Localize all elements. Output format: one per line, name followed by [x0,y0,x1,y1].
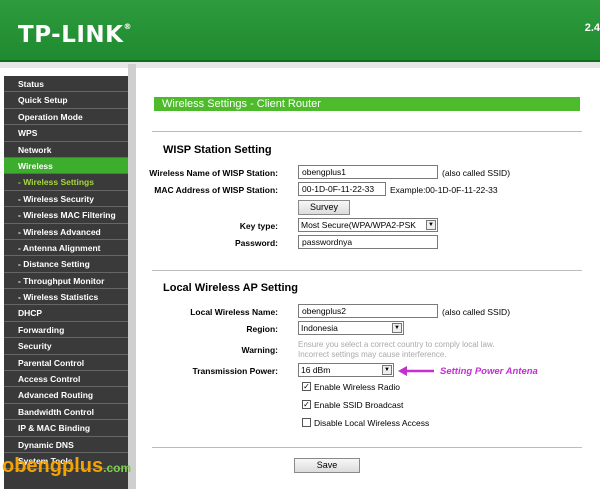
arrow-left-icon [398,366,434,376]
chevron-down-icon: ▼ [426,220,436,230]
sidebar-item-status[interactable]: Status [4,76,128,93]
power-label: Transmission Power: [192,366,279,376]
checkmark-icon: ✓ [303,382,310,391]
disable-local-label: Disable Local Wireless Access [314,418,430,428]
key-type-select[interactable]: Most Secure(WPA/WPA2-PSK ▼ [298,218,438,232]
ap-heading: Local Wireless AP Setting [163,282,298,294]
ap-name-note: (also called SSID) [442,307,511,317]
power-select[interactable]: 16 dBm ▼ [298,363,394,377]
firmware-version: 2.4 [584,22,600,34]
sidebar-item-quick-setup[interactable]: Quick Setup [4,92,128,109]
sidebar-item-ip-mac-binding[interactable]: IP & MAC Binding [4,420,128,437]
survey-button[interactable]: Survey [298,200,350,215]
checkmark-icon: ✓ [303,400,310,409]
wisp-mac-label: MAC Address of WISP Station: [154,185,278,195]
sidebar-item-parental-control[interactable]: Parental Control [4,355,128,372]
wisp-mac-example: Example:00-1D-0F-11-22-33 [390,185,498,195]
watermark-logo: obengplus.com [2,455,132,477]
sidebar-item-wps[interactable]: WPS [4,125,128,142]
warning-label: Warning: [241,345,278,355]
section-divider [152,131,582,132]
warning-text-2: Incorrect settings may cause interferenc… [298,350,447,359]
wisp-name-note: (also called SSID) [442,168,511,178]
sidebar-item-distance-setting[interactable]: - Distance Setting [4,256,128,273]
wisp-mac-input[interactable]: 00-1D-0F-11-22-33 [298,182,386,196]
sidebar-item-wireless-advanced[interactable]: - Wireless Advanced [4,224,128,240]
sidebar-item-throughput-monitor[interactable]: - Throughput Monitor [4,273,128,290]
sidebar-item-dynamic-dns[interactable]: Dynamic DNS [4,437,128,453]
sidebar-item-dhcp[interactable]: DHCP [4,305,128,322]
power-value: 16 dBm [301,365,331,375]
sidebar-item-advanced-routing[interactable]: Advanced Routing [4,387,128,404]
sidebar-item-operation-mode[interactable]: Operation Mode [4,109,128,126]
sidebar-item-wireless-settings[interactable]: - Wireless Settings [4,174,128,191]
sidebar-divider [128,64,136,489]
sidebar-item-wireless[interactable]: Wireless [4,157,128,175]
page-title: Wireless Settings - Client Router [154,97,580,111]
sidebar-item-network[interactable]: Network [4,142,128,158]
key-type-value: Most Secure(WPA/WPA2-PSK [301,220,416,230]
save-button[interactable]: Save [294,458,360,473]
password-input[interactable]: passwordnya [298,235,438,249]
sidebar-item-security[interactable]: Security [4,338,128,355]
password-label: Password: [235,238,278,248]
annotation-text: Setting Power Antena [440,366,538,377]
sidebar-item-forwarding[interactable]: Forwarding [4,322,128,339]
tp-link-logo: TP-LINK® [18,22,132,48]
enable-radio-checkbox[interactable]: ✓ [302,382,311,391]
wisp-name-input[interactable]: obengplus1 [298,165,438,179]
sidebar-menu: Status Quick Setup Operation Mode WPS Networ… [4,76,128,489]
enable-radio-label: Enable Wireless Radio [314,382,400,392]
key-type-label: Key type: [239,221,278,231]
wisp-heading: WISP Station Setting [163,144,272,156]
region-value: Indonesia [301,323,338,333]
sidebar-item-wireless-security[interactable]: - Wireless Security [4,191,128,208]
wisp-name-label: Wireless Name of WISP Station: [149,168,278,178]
sidebar-item-wireless-mac-filtering[interactable]: - Wireless MAC Filtering [4,207,128,224]
main-content: Wireless Settings - Client Router WISP S… [136,64,600,489]
chevron-down-icon: ▼ [382,365,392,375]
region-label: Region: [246,324,278,334]
chevron-down-icon: ▼ [392,323,402,333]
region-select[interactable]: Indonesia ▼ [298,321,404,335]
warning-text-1: Ensure you select a correct country to c… [298,340,495,349]
ap-name-label: Local Wireless Name: [190,307,278,317]
sidebar-item-access-control[interactable]: Access Control [4,371,128,388]
enable-ssid-checkbox[interactable]: ✓ [302,400,311,409]
section-divider [152,270,582,271]
ap-name-input[interactable]: obengplus2 [298,304,438,318]
header-bar: TP-LINK® 2.4 [0,0,600,62]
sidebar-item-bandwidth-control[interactable]: Bandwidth Control [4,404,128,421]
disable-local-checkbox[interactable] [302,418,311,427]
sidebar-item-antenna-alignment[interactable]: - Antenna Alignment [4,240,128,257]
section-divider [152,447,582,448]
sidebar-item-wireless-statistics[interactable]: - Wireless Statistics [4,289,128,306]
enable-ssid-label: Enable SSID Broadcast [314,400,404,410]
